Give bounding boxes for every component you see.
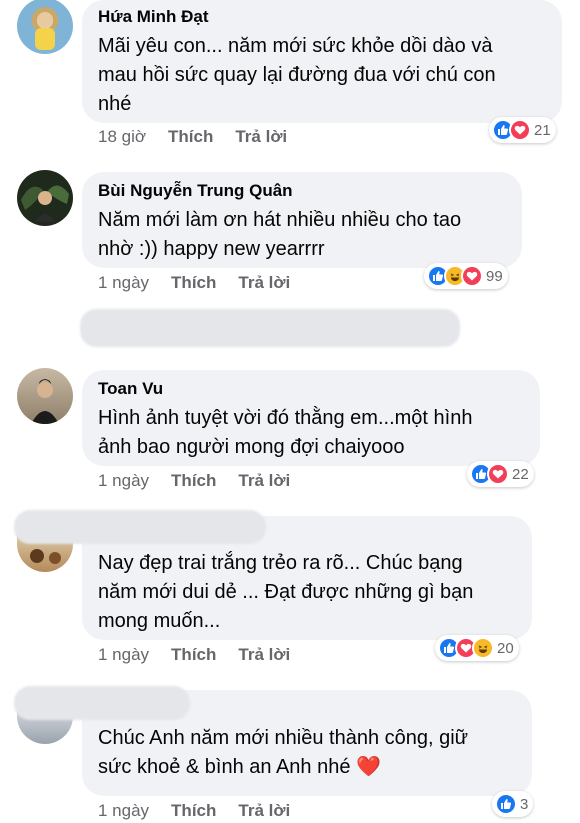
reaction-summary[interactable]: 3 <box>492 791 534 817</box>
like-link[interactable]: Thích <box>171 801 216 821</box>
reply-link[interactable]: Trả lời <box>238 801 290 821</box>
reply-link[interactable]: Trả lời <box>238 273 290 293</box>
comment-author[interactable]: Hứa Minh Đạt <box>98 6 546 28</box>
heart-icon <box>461 265 483 287</box>
comment-author[interactable]: Toan Vu <box>98 378 524 400</box>
timestamp[interactable]: 1 ngày <box>98 645 149 665</box>
timestamp[interactable]: 1 ngày <box>98 273 149 293</box>
comment-actions: 1 ngày Thích Trả lời <box>98 471 312 491</box>
reaction-count: 20 <box>497 639 514 657</box>
avatar[interactable] <box>17 0 73 54</box>
comment-bubble: Hứa Minh Đạt Mãi yêu con... năm mới sức … <box>82 0 562 123</box>
reply-link[interactable]: Trả lời <box>235 127 287 147</box>
reply-link[interactable]: Trả lời <box>238 645 290 665</box>
like-link[interactable]: Thích <box>171 645 216 665</box>
comment-author[interactable]: Bùi Nguyễn Trung Quân <box>98 180 506 202</box>
redacted-author-bar <box>14 686 190 720</box>
comment-text: Mãi yêu con... năm mới sức khỏe dồi dào … <box>98 35 496 115</box>
like-link[interactable]: Thích <box>171 471 216 491</box>
reaction-count: 22 <box>512 465 529 483</box>
thumbs-up-icon <box>495 793 517 815</box>
comment-text: Nay đẹp trai trắng trẻo ra rõ... Chúc bạ… <box>98 552 474 632</box>
reaction-summary[interactable]: 20 <box>435 635 519 661</box>
like-link[interactable]: Thích <box>168 127 213 147</box>
reaction-summary[interactable]: 22 <box>467 461 534 487</box>
comment-actions: 1 ngày Thích Trả lời <box>98 273 312 293</box>
like-link[interactable]: Thích <box>171 273 216 293</box>
comment-text: Chúc Anh năm mới nhiều thành công, giữ s… <box>98 727 469 778</box>
reaction-summary[interactable]: 99 <box>424 263 508 289</box>
comment-actions: 1 ngày Thích Trả lời <box>98 645 312 665</box>
timestamp[interactable]: 1 ngày <box>98 471 149 491</box>
laughing-face-icon <box>472 637 494 659</box>
timestamp[interactable]: 1 ngày <box>98 801 149 821</box>
reaction-summary[interactable]: 21 <box>489 117 556 143</box>
reaction-count: 99 <box>486 267 503 285</box>
timestamp[interactable]: 18 giờ <box>98 127 146 147</box>
comment-bubble: Toan Vu Hình ảnh tuyệt vời đó thằng em..… <box>82 370 540 466</box>
reaction-count: 21 <box>534 121 551 139</box>
comment-text: Hình ảnh tuyệt vời đó thằng em...một hìn… <box>98 407 473 458</box>
redacted-author-bar <box>14 510 266 544</box>
comment-bubble: Bùi Nguyễn Trung Quân Năm mới làm ơn hát… <box>82 172 522 268</box>
heart-icon <box>487 463 509 485</box>
comment-actions: 18 giờ Thích Trả lời <box>98 127 309 147</box>
avatar[interactable] <box>17 170 73 226</box>
reply-link[interactable]: Trả lời <box>238 471 290 491</box>
reaction-count: 3 <box>520 795 529 813</box>
avatar[interactable] <box>17 368 73 424</box>
comment-text: Năm mới làm ơn hát nhiều nhiều cho tao n… <box>98 209 462 260</box>
heart-icon <box>509 119 531 141</box>
redacted-bar <box>80 309 460 347</box>
comment-actions: 1 ngày Thích Trả lời <box>98 801 312 821</box>
